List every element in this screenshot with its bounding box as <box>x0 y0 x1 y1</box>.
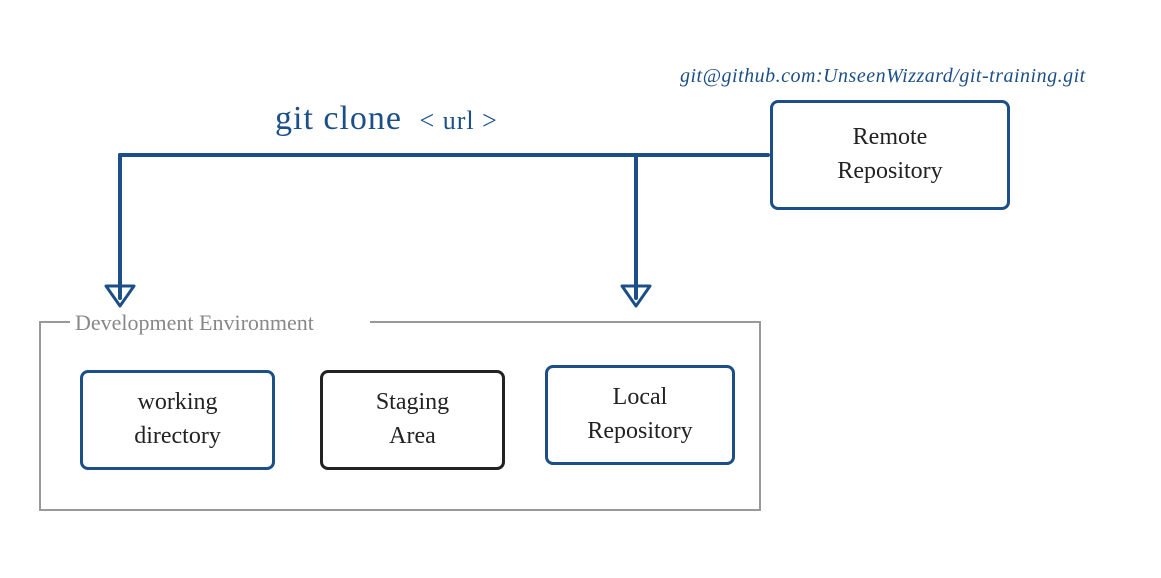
remote-repository-box: Remote Repository <box>770 100 1010 210</box>
staging-line2: Area <box>389 420 436 454</box>
working-directory-box: working directory <box>80 370 275 470</box>
git-clone-command: git clone < url > <box>275 100 498 138</box>
local-line2: Repository <box>587 415 692 449</box>
local-repository-box: Local Repository <box>545 365 735 465</box>
remote-url: git@github.com:UnseenWizzard/git-trainin… <box>680 65 1086 88</box>
remote-line2: Repository <box>837 155 942 189</box>
arrowhead-working <box>106 286 134 306</box>
staging-area-box: Staging Area <box>320 370 505 470</box>
command-arg: < url > <box>420 106 498 135</box>
command-text: git clone <box>275 100 402 137</box>
remote-line1: Remote <box>853 121 928 155</box>
local-line1: Local <box>613 381 668 415</box>
working-line2: directory <box>134 420 221 454</box>
arrowhead-local <box>622 286 650 306</box>
staging-line1: Staging <box>376 386 449 420</box>
dev-env-label: Development Environment <box>75 310 314 336</box>
working-line1: working <box>138 386 218 420</box>
